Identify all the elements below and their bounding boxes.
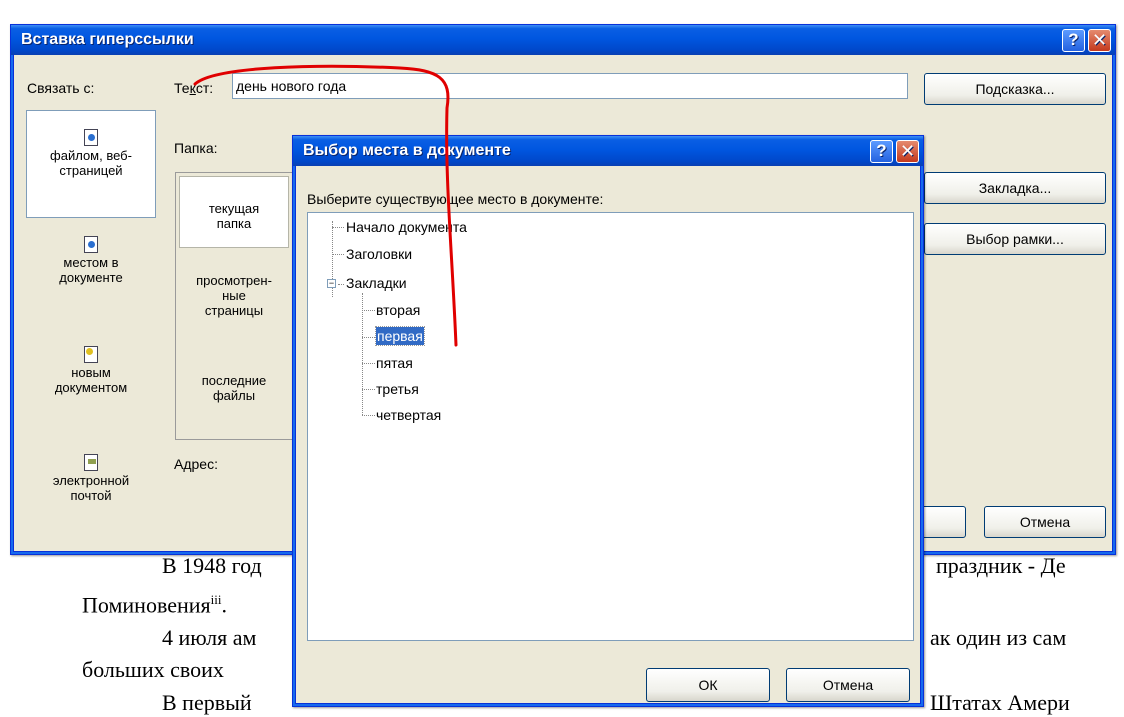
- display-text-input[interactable]: день нового года: [232, 73, 908, 99]
- link-item-label: новым: [71, 365, 111, 380]
- folder-item-label: ные: [222, 288, 246, 303]
- doc-text-line: В 1948 год: [162, 553, 262, 578]
- help-icon[interactable]: ?: [1062, 29, 1085, 52]
- doc-text-line: 4 июля ам: [162, 625, 257, 650]
- ok-button[interactable]: ОК: [646, 668, 770, 702]
- tree-connector: [362, 310, 375, 311]
- text-label: Текст:: [174, 80, 214, 96]
- doc-text-line: Штатах Амери: [930, 690, 1070, 715]
- dialog-titlebar: Выбор места в документе ? ✕: [293, 136, 923, 166]
- email-icon: [84, 454, 98, 471]
- folder-label: Папка:: [174, 140, 218, 156]
- help-icon[interactable]: ?: [870, 140, 893, 163]
- tree-item-headings[interactable]: Заголовки: [346, 245, 412, 263]
- link-to-web-page[interactable]: файлом, веб- страницей: [26, 110, 156, 218]
- place-in-document-icon: [84, 236, 98, 253]
- tree-item-start[interactable]: Начало документа: [346, 218, 467, 236]
- link-item-label: документом: [54, 380, 128, 395]
- footnote-ref: iii: [210, 592, 222, 607]
- tree-item-bookmarks[interactable]: Закладки: [346, 274, 407, 292]
- doc-text-line: В первый: [162, 690, 252, 715]
- doc-text-line: ак один из сам: [930, 625, 1067, 650]
- folder-shortcuts-pane: текущая папка просмотрен- ные страницы п…: [175, 172, 295, 440]
- folder-item-label: просмотрен-: [196, 273, 272, 288]
- tree-connector: [338, 284, 344, 285]
- target-frame-button[interactable]: Выбор рамки...: [924, 223, 1106, 255]
- link-to-place-in-document[interactable]: местом в документе: [26, 236, 156, 316]
- collapse-icon[interactable]: −: [327, 279, 336, 288]
- link-to-pane: файлом, веб- страницей местом в документ…: [26, 110, 156, 530]
- web-page-icon: [84, 129, 98, 146]
- tree-connector: [362, 415, 375, 416]
- folder-item-label: страницы: [204, 303, 264, 318]
- close-icon[interactable]: ✕: [896, 140, 919, 163]
- screentip-button[interactable]: Подсказка...: [924, 73, 1106, 105]
- link-item-label: файлом, веб-: [50, 148, 132, 163]
- link-item-label: электронной: [52, 473, 130, 488]
- folder-item-label: последние: [201, 373, 267, 388]
- folder-item-label: файлы: [212, 388, 256, 403]
- select-place-prompt: Выберите существующее место в документе:: [307, 191, 604, 207]
- tree-item-bookmark[interactable]: третья: [376, 380, 419, 398]
- link-to-new-document[interactable]: новым документом: [26, 346, 156, 426]
- tree-item-bookmark[interactable]: вторая: [376, 301, 420, 319]
- tree-item-bookmark-selected[interactable]: первая: [375, 326, 425, 346]
- folder-item-label: папка: [216, 216, 252, 231]
- link-item-label: страницей: [59, 163, 123, 178]
- folder-item-label: текущая: [208, 201, 260, 216]
- tree-item-bookmark[interactable]: пятая: [376, 354, 413, 372]
- doc-text-line: больших своих: [82, 657, 224, 682]
- tree-connector: [362, 337, 375, 338]
- link-item-label: документе: [59, 270, 123, 285]
- inner-cancel-button[interactable]: Отмена: [786, 668, 910, 702]
- doc-text-line: Поминовенияiii.: [82, 592, 227, 618]
- link-item-label: местом в: [63, 255, 119, 270]
- link-to-email[interactable]: электронной почтой: [26, 454, 156, 534]
- address-label: Адрес:: [174, 456, 218, 472]
- document-place-tree[interactable]: − Начало документа Заголовки Закладки вт…: [307, 212, 914, 641]
- close-icon[interactable]: ✕: [1088, 29, 1111, 52]
- bookmark-button[interactable]: Закладка...: [924, 172, 1106, 204]
- tree-connector: [362, 363, 375, 364]
- tree-connector: [362, 293, 363, 415]
- dialog-titlebar: Вставка гиперссылки ? ✕: [11, 25, 1115, 55]
- dialog-title: Вставка гиперссылки: [21, 31, 194, 48]
- dialog-title: Выбор места в документе: [303, 142, 511, 159]
- outer-cancel-button[interactable]: Отмена: [984, 506, 1106, 538]
- tree-connector: [362, 389, 375, 390]
- new-document-icon: [84, 346, 98, 363]
- tree-item-bookmark[interactable]: четвертая: [376, 406, 441, 424]
- link-to-label: Связать с:: [27, 80, 95, 96]
- recent-files-item[interactable]: последние файлы: [179, 373, 289, 423]
- tree-connector: [332, 254, 344, 255]
- browsed-pages-item[interactable]: просмотрен- ные страницы: [179, 273, 289, 343]
- current-folder-item[interactable]: текущая папка: [179, 176, 289, 248]
- link-item-label: почтой: [70, 488, 112, 503]
- tree-connector: [332, 227, 344, 228]
- doc-text-line: праздник - Де: [936, 553, 1066, 578]
